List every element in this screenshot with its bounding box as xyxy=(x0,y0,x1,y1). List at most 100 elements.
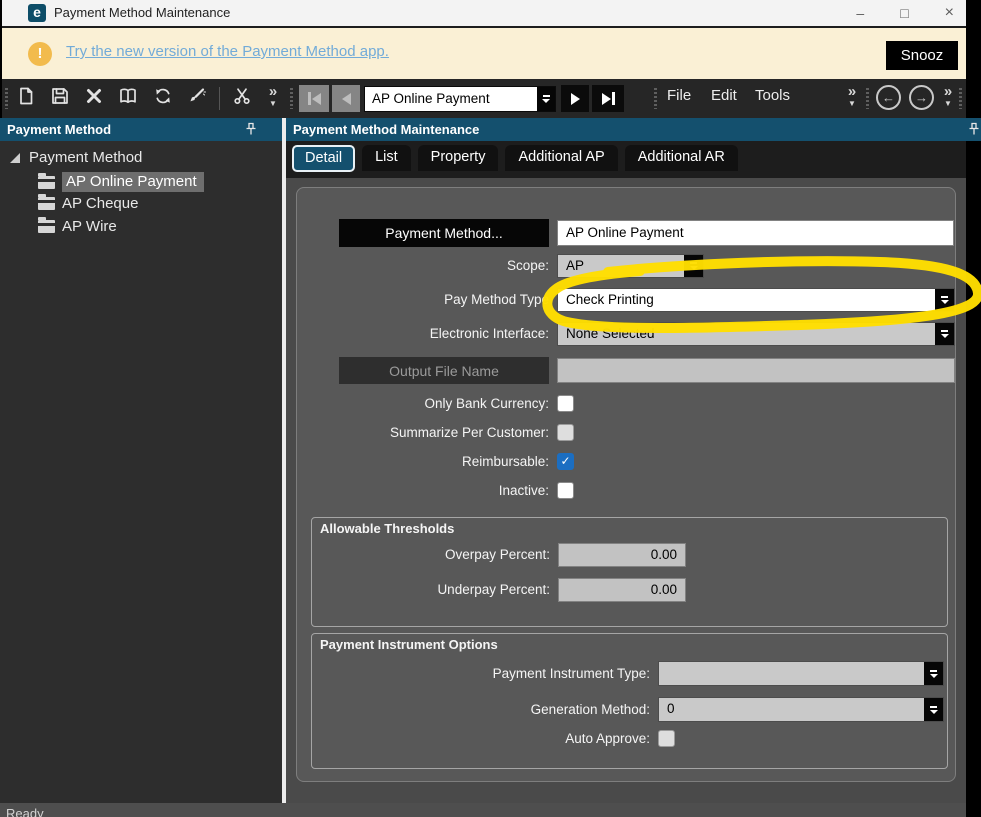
underpay-percent-label: Underpay Percent: xyxy=(312,578,550,602)
inactive-checkbox[interactable] xyxy=(557,482,574,499)
record-selector-value: AP Online Payment xyxy=(372,91,490,106)
chevron-right-icon: » xyxy=(938,84,958,99)
toolbar-grip[interactable] xyxy=(959,88,962,109)
payment-instrument-type-label: Payment Instrument Type: xyxy=(312,661,650,686)
auto-approve-checkbox[interactable] xyxy=(658,730,675,747)
clear-button[interactable] xyxy=(182,85,212,112)
snooze-button[interactable]: Snooz xyxy=(886,41,958,70)
generation-method-dropdown-button[interactable] xyxy=(924,698,943,721)
last-record-button[interactable] xyxy=(592,85,624,112)
minimize-button[interactable]: – xyxy=(856,5,864,21)
payment-method-button[interactable]: Payment Method... xyxy=(339,219,549,247)
payment-instrument-options-title: Payment Instrument Options xyxy=(320,637,498,652)
scope-dropdown[interactable]: AP xyxy=(557,254,704,278)
application-window: e Payment Method Maintenance – □ × ! Try… xyxy=(0,0,981,817)
maximize-button[interactable]: □ xyxy=(900,5,908,21)
scissors-icon xyxy=(232,86,252,111)
chevron-down-icon: ▼ xyxy=(842,99,862,108)
main-panel-header: Payment Method Maintenance xyxy=(286,118,981,141)
reimbursable-checkbox[interactable]: ✓ xyxy=(557,453,574,470)
menu-edit[interactable]: Edit xyxy=(711,87,737,104)
toolbar-overflow-button[interactable]: » ▼ xyxy=(263,84,283,108)
output-file-name-input[interactable] xyxy=(557,358,955,383)
forward-button[interactable]: → xyxy=(909,85,934,110)
summarize-per-customer-label: Summarize Per Customer: xyxy=(297,424,549,442)
output-file-name-button[interactable]: Output File Name xyxy=(339,357,549,384)
generation-method-dropdown[interactable]: 0 xyxy=(658,697,944,722)
pin-icon[interactable] xyxy=(245,122,257,139)
payment-method-input[interactable]: AP Online Payment xyxy=(557,220,954,246)
folder-icon xyxy=(38,197,55,210)
tree-item-label: AP Wire xyxy=(62,218,117,235)
left-panel-header: Payment Method xyxy=(0,118,282,141)
detail-form: Payment Method... AP Online Payment Scop… xyxy=(296,187,956,782)
first-record-button[interactable] xyxy=(299,85,329,112)
inactive-label: Inactive: xyxy=(297,482,549,500)
payment-instrument-options-group: Payment Instrument Options Payment Instr… xyxy=(311,633,948,769)
pay-method-type-dropdown-button[interactable] xyxy=(935,289,954,311)
toolbar-grip[interactable] xyxy=(654,88,657,109)
refresh-button[interactable] xyxy=(148,85,178,112)
notification-bar: ! Try the new version of the Payment Met… xyxy=(2,26,966,79)
electronic-interface-dropdown-button[interactable] xyxy=(935,323,954,345)
generation-method-value: 0 xyxy=(667,701,675,716)
brush-icon xyxy=(187,86,207,111)
tab-additional-ap[interactable]: Additional AP xyxy=(505,145,617,171)
new-button[interactable] xyxy=(11,85,41,112)
toolbar-grip[interactable] xyxy=(866,88,869,109)
payment-instrument-type-dropdown-button[interactable] xyxy=(924,662,943,685)
previous-record-button[interactable] xyxy=(332,85,360,112)
last-record-icon xyxy=(612,92,615,105)
triangle-right-icon xyxy=(602,93,611,105)
chevron-down-icon: ▼ xyxy=(263,99,283,108)
menu-overflow-button[interactable]: » ▼ xyxy=(842,84,862,108)
pay-method-type-dropdown[interactable]: Check Printing xyxy=(557,288,955,312)
toolbar-grip[interactable] xyxy=(5,88,8,109)
pin-icon[interactable] xyxy=(968,122,980,139)
main-toolbar: » ▼ AP Online Payment File Edit Tools » … xyxy=(2,79,966,118)
save-button[interactable] xyxy=(45,85,75,112)
underpay-percent-input[interactable]: 0.00 xyxy=(558,578,686,602)
tab-list[interactable]: List xyxy=(362,145,411,171)
only-bank-currency-checkbox[interactable] xyxy=(557,395,574,412)
app-logo-icon: e xyxy=(28,4,46,22)
close-button[interactable]: × xyxy=(945,4,954,22)
refresh-icon xyxy=(153,86,173,111)
left-panel-title: Payment Method xyxy=(7,122,111,137)
tree-item-ap-wire[interactable]: AP Wire xyxy=(38,218,117,235)
triangle-right-icon xyxy=(571,93,580,105)
payment-instrument-type-dropdown[interactable] xyxy=(658,661,944,686)
only-bank-currency-label: Only Bank Currency: xyxy=(297,395,549,413)
status-text: Ready xyxy=(6,806,44,817)
record-selector-combo[interactable]: AP Online Payment xyxy=(364,86,556,112)
cut-button[interactable] xyxy=(227,85,257,112)
next-record-button[interactable] xyxy=(561,85,589,112)
tab-additional-ar[interactable]: Additional AR xyxy=(625,145,738,171)
tree-item-ap-cheque[interactable]: AP Cheque xyxy=(38,195,138,212)
folder-icon xyxy=(38,220,55,233)
tree-item-ap-online-payment[interactable]: AP Online Payment xyxy=(38,172,204,192)
summarize-per-customer-checkbox[interactable] xyxy=(557,424,574,441)
back-button[interactable]: ← xyxy=(876,85,901,110)
tab-detail[interactable]: Detail xyxy=(292,145,355,172)
scope-dropdown-button[interactable] xyxy=(684,255,703,277)
expand-collapse-icon[interactable] xyxy=(10,153,20,163)
record-selector-dropdown-button[interactable] xyxy=(537,87,555,111)
delete-button[interactable] xyxy=(79,85,109,112)
nav-overflow-button[interactable]: » ▼ xyxy=(938,84,958,108)
tab-property[interactable]: Property xyxy=(418,145,499,171)
electronic-interface-dropdown[interactable]: None Selected xyxy=(557,322,955,346)
electronic-interface-value: None Selected xyxy=(566,326,655,341)
tree-root-payment-method[interactable]: Payment Method xyxy=(10,149,142,166)
search-button[interactable] xyxy=(113,85,143,112)
toolbar-separator xyxy=(219,87,220,110)
menu-file[interactable]: File xyxy=(667,87,691,104)
toolbar-grip[interactable] xyxy=(290,88,293,109)
tree-item-label: AP Cheque xyxy=(62,195,138,212)
menu-tools[interactable]: Tools xyxy=(755,87,790,104)
first-record-icon xyxy=(308,92,311,105)
main-panel-title: Payment Method Maintenance xyxy=(293,122,479,137)
new-version-link[interactable]: Try the new version of the Payment Metho… xyxy=(66,43,389,60)
pay-method-type-label: Pay Method Type xyxy=(297,288,549,312)
overpay-percent-input[interactable]: 0.00 xyxy=(558,543,686,567)
